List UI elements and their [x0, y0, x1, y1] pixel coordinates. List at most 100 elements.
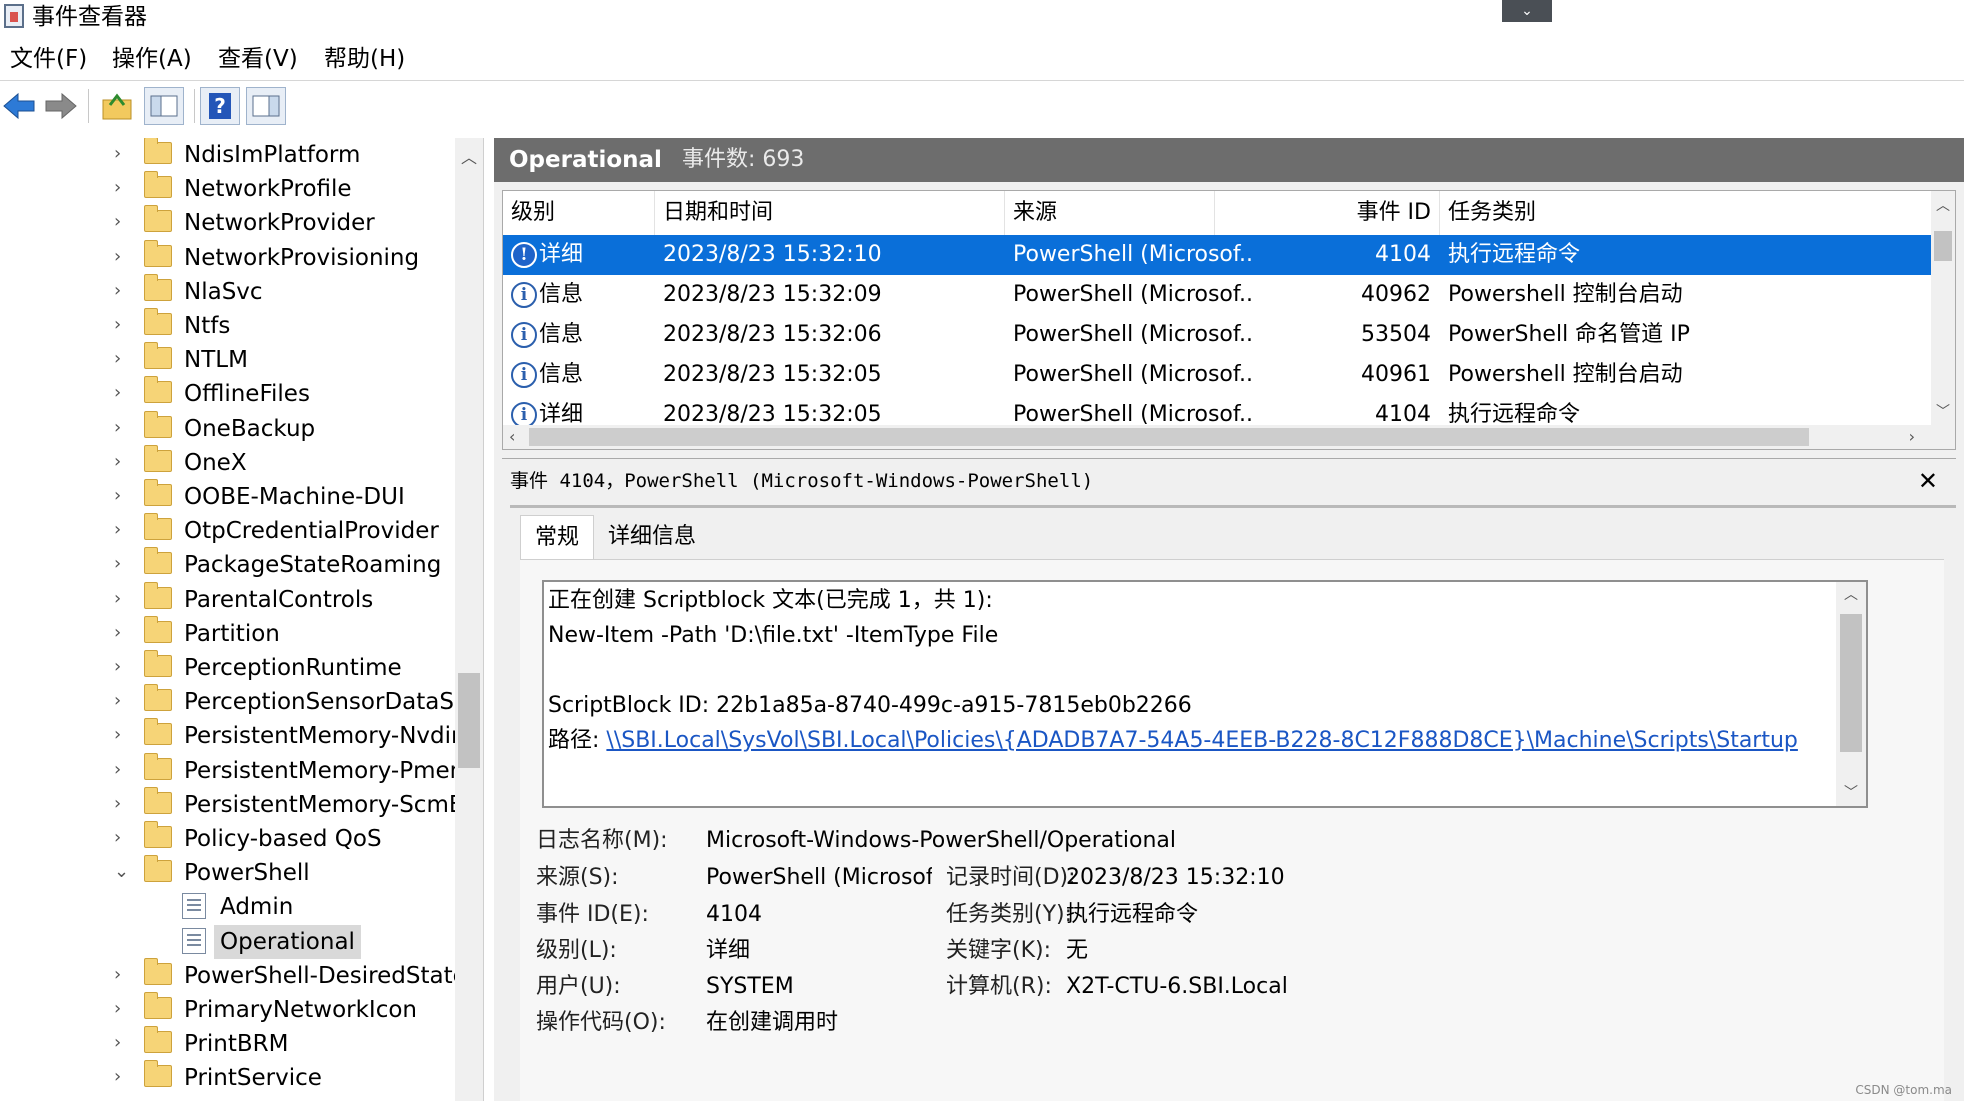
column-task-category[interactable]: 任务类别: [1440, 191, 1933, 235]
scroll-up-icon[interactable]: ︿: [1844, 584, 1858, 604]
chevron-right-icon[interactable]: ›: [114, 826, 121, 850]
chevron-right-icon[interactable]: ›: [114, 621, 121, 645]
tree-item[interactable]: › PrimaryNetworkIcon: [0, 992, 455, 1027]
chevron-right-icon[interactable]: ›: [114, 518, 121, 542]
chevron-right-icon[interactable]: ›: [114, 450, 121, 474]
scroll-up-icon[interactable]: ︿: [1936, 195, 1950, 215]
tree-item[interactable]: › ParentalControls: [0, 581, 455, 617]
scroll-down-icon[interactable]: ﹀: [1844, 782, 1858, 802]
tree-item[interactable]: › OtpCredentialProvider: [0, 513, 455, 548]
scroll-up-icon[interactable]: ︿: [461, 144, 477, 168]
tab-general[interactable]: 常规: [520, 515, 595, 559]
event-row[interactable]: i 信息 2023/8/23 15:32:06 PowerShell (Micr…: [503, 315, 1933, 355]
close-icon[interactable]: ✕: [1918, 465, 1938, 497]
chevron-right-icon[interactable]: ›: [114, 655, 121, 679]
chevron-right-icon[interactable]: ›: [114, 587, 121, 611]
chevron-right-icon[interactable]: ›: [114, 245, 121, 269]
event-row[interactable]: i 信息 2023/8/23 15:32:05 PowerShell (Micr…: [503, 355, 1933, 395]
tree-item[interactable]: › NTLM: [0, 342, 455, 377]
event-row[interactable]: ! 详细 2023/8/23 15:32:10 PowerShell (Micr…: [503, 235, 1933, 275]
chevron-right-icon[interactable]: ›: [114, 484, 121, 508]
back-arrow-icon[interactable]: [0, 87, 40, 125]
menu-file[interactable]: 文件(F): [10, 40, 87, 78]
opcode-value: 在创建调用时: [706, 1010, 839, 1035]
tree-scrollbar[interactable]: ︿: [455, 138, 483, 1101]
chevron-right-icon[interactable]: ›: [114, 313, 121, 337]
chevron-right-icon[interactable]: ›: [114, 416, 121, 440]
chevron-right-icon[interactable]: ›: [114, 1065, 121, 1089]
chevron-right-icon[interactable]: ›: [114, 279, 121, 303]
chevron-right-icon[interactable]: ›: [114, 758, 121, 782]
tree-item[interactable]: › Partition: [0, 615, 455, 651]
tree-item-label: OOBE-Machine-DUI: [184, 484, 405, 510]
tree-item[interactable]: › PackageStateRoaming: [0, 547, 455, 582]
chevron-right-icon[interactable]: ›: [114, 210, 121, 234]
chevron-right-icon[interactable]: ›: [114, 689, 121, 713]
event-list-hscroll-thumb[interactable]: [529, 428, 1809, 446]
chevron-right-icon[interactable]: ›: [114, 347, 121, 371]
chevron-right-icon[interactable]: ›: [114, 792, 121, 816]
event-level: 信息: [539, 282, 584, 307]
description-vscroll-thumb[interactable]: [1840, 614, 1862, 752]
tree-item[interactable]: › NetworkProvisioning: [0, 239, 455, 275]
tree-item[interactable]: › NetworkProvider: [0, 205, 455, 240]
chevron-right-icon[interactable]: ›: [114, 142, 121, 166]
tree-item[interactable]: › Policy-based QoS: [0, 821, 455, 856]
tree-scrollbar-thumb[interactable]: [458, 673, 480, 768]
tree-item[interactable]: › PersistentMemory-ScmBu: [0, 786, 479, 822]
scroll-down-icon[interactable]: ﹀: [1936, 401, 1950, 421]
chevron-right-icon[interactable]: ›: [114, 381, 121, 405]
chevron-right-icon[interactable]: ›: [114, 963, 121, 987]
forward-arrow-icon[interactable]: [40, 87, 80, 125]
menu-view[interactable]: 查看(V): [218, 40, 298, 78]
tree-item[interactable]: › OOBE-Machine-DUI: [0, 479, 455, 514]
console-tree-icon[interactable]: [144, 87, 184, 125]
tree-item[interactable]: › NetworkProfile: [0, 171, 455, 206]
tree-item[interactable]: › PrintService: [0, 1060, 455, 1095]
tree-item[interactable]: › OfflineFiles: [0, 376, 455, 411]
event-list-hscroll[interactable]: ‹ ›: [503, 425, 1955, 449]
chevron-right-icon[interactable]: ›: [114, 997, 121, 1021]
titlebar-dropdown-button[interactable]: ⌄: [1502, 0, 1552, 22]
help-icon[interactable]: ?: [200, 87, 240, 125]
description-vscroll[interactable]: ︿ ﹀: [1836, 582, 1866, 806]
column-event-id[interactable]: 事件 ID: [1215, 191, 1440, 235]
tree-item[interactable]: › PrintBRM: [0, 1026, 455, 1061]
tree-item[interactable]: › NdisImPlatform: [0, 138, 455, 172]
column-source[interactable]: 来源: [1005, 191, 1215, 235]
tree-item[interactable]: › PowerShell-DesiredStateC: [0, 957, 483, 993]
column-datetime[interactable]: 日期和时间: [655, 191, 1005, 235]
chevron-right-icon[interactable]: ›: [114, 723, 121, 747]
menu-help[interactable]: 帮助(H): [324, 40, 405, 78]
event-row[interactable]: i 信息 2023/8/23 15:32:09 PowerShell (Micr…: [503, 275, 1933, 315]
chevron-down-icon[interactable]: ⌄: [114, 860, 129, 884]
folder-icon: [144, 957, 172, 985]
tree-item[interactable]: ⌄ PowerShell: [0, 855, 455, 890]
tree-item-operational[interactable]: Operational: [0, 924, 455, 959]
event-list-vscroll-thumb[interactable]: [1934, 231, 1952, 261]
tree-item[interactable]: › PerceptionSensorDataSer: [0, 684, 478, 719]
menu-action[interactable]: 操作(A): [112, 40, 192, 78]
chevron-right-icon[interactable]: ›: [114, 552, 121, 576]
column-level[interactable]: 级别: [503, 191, 655, 235]
tree-item[interactable]: › OneX: [0, 444, 455, 480]
log-icon: [182, 927, 206, 954]
event-list-vscroll[interactable]: ︿ ﹀: [1931, 191, 1955, 427]
event-source: PowerShell (Microsof...: [1013, 282, 1253, 307]
tab-details[interactable]: 详细信息: [594, 515, 710, 559]
tree-item[interactable]: › Ntfs: [0, 308, 455, 343]
tree-item[interactable]: › PersistentMemory-Pmem: [0, 752, 472, 788]
scroll-left-icon[interactable]: ‹: [509, 425, 515, 449]
chevron-right-icon[interactable]: ›: [114, 176, 121, 200]
action-pane-icon[interactable]: [246, 87, 286, 125]
tree-item-admin[interactable]: Admin: [0, 890, 455, 924]
tree-item[interactable]: › PerceptionRuntime: [0, 650, 455, 685]
tree-item[interactable]: › NlaSvc: [0, 273, 455, 309]
path-link[interactable]: \\SBI.Local\SysVol\SBI.Local\Policies\{A…: [606, 728, 1797, 753]
tree-item[interactable]: › PersistentMemory-Nvdim: [0, 718, 473, 753]
tree-item[interactable]: › OneBackup: [0, 410, 455, 446]
event-description[interactable]: 正在创建 Scriptblock 文本(已完成 1，共 1): New-Item…: [542, 580, 1868, 808]
chevron-right-icon[interactable]: ›: [114, 1031, 121, 1055]
folder-up-icon[interactable]: [98, 87, 138, 125]
scroll-right-icon[interactable]: ›: [1909, 425, 1915, 449]
